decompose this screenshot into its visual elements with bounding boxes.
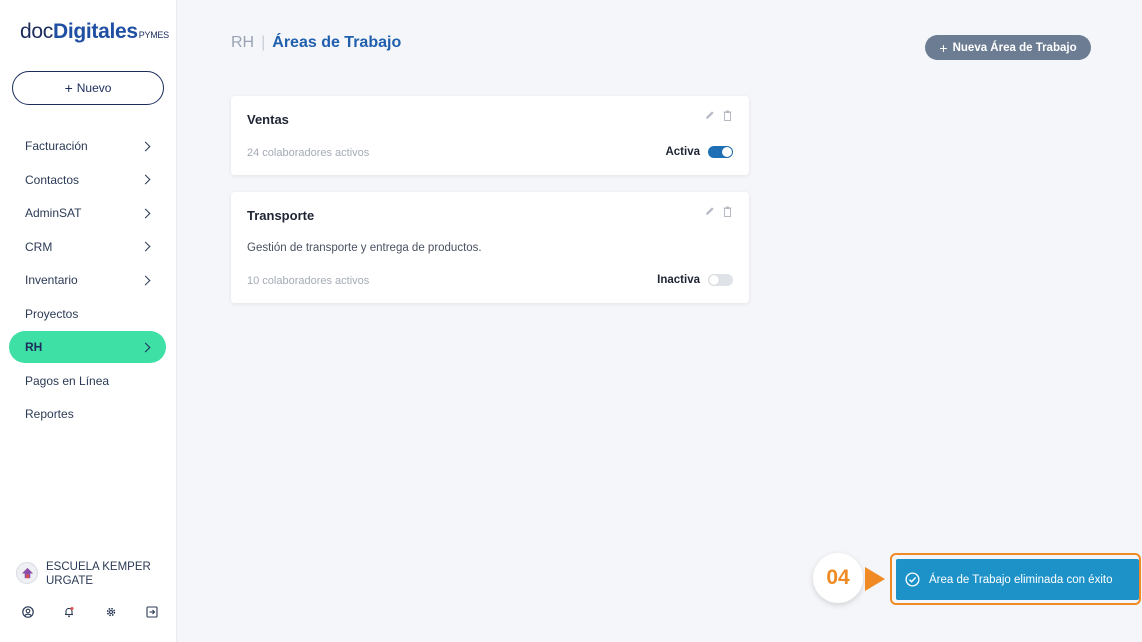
org-logo-icon [21,567,33,578]
status-label: Activa [665,146,700,158]
org-name-line1: ESCUELA KEMPER [46,561,151,573]
page-title: Áreas de Trabajo [272,34,402,51]
breadcrumb: RH | Áreas de Trabajo [231,34,401,52]
plus-icon: + [64,80,73,96]
active-collaborators-count: 24 colaboradores activos [247,147,370,159]
sidebar-item-label: Reportes [25,407,74,421]
new-button[interactable]: + Nuevo [12,71,164,105]
work-area-card: Ventas 24 colaboradores activos Activa [231,96,749,175]
chevron-right-icon [140,208,151,218]
work-area-description: Gestión de transporte y entrega de produ… [247,242,482,254]
trash-icon[interactable] [723,206,733,217]
sidebar: docDigitalesPYMES + Nuevo Facturación Co… [0,0,177,642]
status-label: Inactiva [657,274,700,286]
sidebar-item-rh[interactable]: RH [9,331,166,363]
org-name-line2: URGATE [46,575,94,587]
sidebar-item-label: Inventario [25,273,78,287]
toast-message: Área de Trabajo eliminada con éxito [929,573,1113,586]
check-circle-icon [905,572,920,587]
sidebar-footer-icons [20,604,160,620]
work-area-card: Transporte Gestión de transporte y entre… [231,192,749,303]
breadcrumb-separator: | [261,34,266,51]
bell-icon[interactable] [61,604,77,620]
chevron-right-icon [140,241,151,252]
add-work-area-button[interactable]: + Nueva Área de Trabajo [925,35,1091,60]
sidebar-item-reportes[interactable]: Reportes [9,398,166,430]
sidebar-item-crm[interactable]: CRM [9,231,166,263]
card-actions [705,110,733,121]
toggle-knob [709,275,719,285]
plus-icon: + [939,39,948,56]
work-area-title: Ventas [247,112,289,127]
tutorial-step-badge: 04 [813,553,863,603]
new-button-label: Nuevo [76,81,112,95]
sidebar-item-label: AdminSAT [25,206,82,220]
status-control: Activa [665,146,733,158]
sidebar-item-label: Pagos en Línea [25,373,110,388]
sidebar-item-label: Contactos [25,172,80,187]
sidebar-item-label: Proyectos [25,306,79,321]
card-actions [705,206,733,217]
org-avatar [16,562,38,584]
sidebar-item-facturacion[interactable]: Facturación [9,130,166,162]
sidebar-item-inventario[interactable]: Inventario [9,264,166,296]
org-name: ESCUELA KEMPER URGATE [46,560,151,588]
organization-switcher[interactable]: ESCUELA KEMPER URGATE [16,560,166,588]
status-toggle[interactable] [708,274,733,286]
breadcrumb-root[interactable]: RH [231,34,254,52]
status-control: Inactiva [657,274,733,286]
add-work-area-label: Nueva Área de Trabajo [952,41,1077,54]
success-toast[interactable]: Área de Trabajo eliminada con éxito [896,559,1139,600]
sidebar-item-adminsat[interactable]: AdminSAT [9,197,166,229]
toggle-knob [722,147,732,157]
chevron-right-icon [140,141,151,151]
brand-logo[interactable]: docDigitalesPYMES [20,20,169,44]
work-area-title: Transporte [247,208,315,223]
brand-logo-suffix: PYMES [138,30,169,40]
brand-logo-part1: doc [20,20,53,43]
brand-logo-part2: Digitales [52,20,138,43]
chevron-right-icon [140,342,151,352]
status-toggle[interactable] [708,146,733,158]
user-icon[interactable] [20,604,36,620]
edit-icon[interactable] [705,206,715,217]
sidebar-nav: Facturación Contactos AdminSAT CRM Inven… [9,130,166,432]
tutorial-arrow [865,567,885,591]
sidebar-item-proyectos[interactable]: Proyectos [9,298,166,330]
sidebar-item-label: Facturación [25,139,88,153]
trash-icon[interactable] [723,110,733,121]
chevron-right-icon [140,275,151,285]
active-collaborators-count: 10 colaboradores activos [247,275,370,287]
chevron-right-icon [140,174,151,185]
sidebar-item-pagos-en-linea[interactable]: Pagos en Línea [9,365,166,397]
logout-icon[interactable] [144,604,160,620]
gear-icon[interactable] [103,604,119,620]
edit-icon[interactable] [705,110,715,121]
sidebar-item-contactos[interactable]: Contactos [9,164,166,196]
sidebar-item-label: CRM [25,239,53,254]
sidebar-item-label: RH [25,340,43,354]
